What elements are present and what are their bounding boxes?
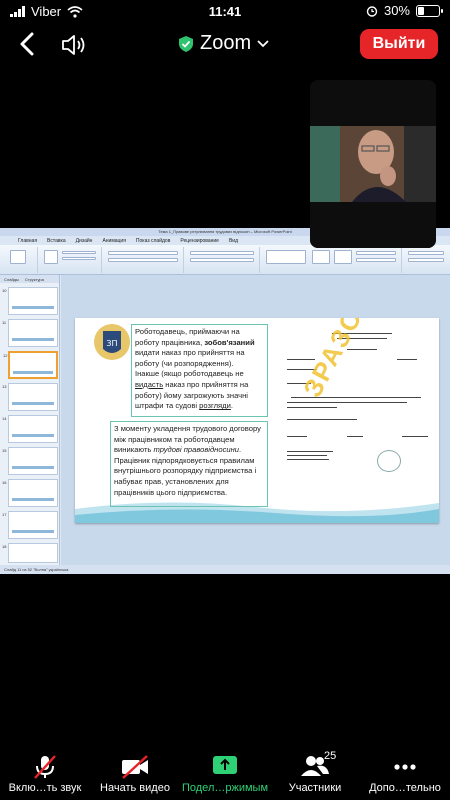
meeting-toolbar: Вклю…ть звук Начать видео Подел…ржимым 2… — [0, 740, 450, 800]
leave-button[interactable]: Выйти — [360, 29, 438, 59]
meeting-title[interactable]: Zoom — [178, 32, 269, 55]
current-slide: ЗП Роботодавець, приймаючи на роботу пра… — [75, 318, 439, 523]
video-off-icon — [122, 755, 148, 779]
text-run-italic: трудові правовідносини — [153, 445, 240, 455]
slide-thumbnail[interactable]: 17 — [2, 511, 58, 539]
shared-screen: Тема 1_Правове регулювання трудових відн… — [0, 228, 450, 574]
slides-pane: Слайды Структура 10 11 12 13 14 15 16 17… — [0, 275, 60, 565]
ribbon-group — [262, 247, 402, 273]
text-run: видати наказ про прийняття на роботу (чи… — [135, 348, 245, 368]
slide-thumbnail[interactable]: 10 — [2, 287, 58, 315]
ppt-tab: Показ слайдов — [135, 237, 171, 244]
share-content-label: Подел…ржимым — [181, 782, 269, 794]
pane-tab-slides[interactable]: Слайды — [4, 277, 19, 282]
participants-count: 25 — [324, 750, 337, 762]
alarm-icon — [366, 5, 378, 17]
battery-icon — [416, 4, 443, 17]
slide-textbox-employer[interactable]: Роботодавець, приймаючи на роботу праців… — [131, 324, 268, 417]
stamp — [377, 450, 401, 472]
battery-percent: 30% — [383, 3, 410, 18]
emblem-logo: ЗП — [94, 324, 130, 360]
slide-thumbnail[interactable]: 13 — [2, 383, 58, 411]
status-right: 30% — [366, 3, 443, 18]
ribbon-group — [186, 247, 260, 273]
more-label: Допо…тельно — [369, 782, 441, 794]
text-run: . — [230, 401, 233, 411]
slide-textbox-relations[interactable]: З моменту укладення трудового договору м… — [110, 421, 268, 507]
ppt-tab: Дизайн — [75, 237, 93, 244]
participant-video-tile[interactable] — [310, 80, 436, 248]
slide-thumbnail-active[interactable]: 12 — [3, 351, 58, 379]
text-run-bold: зобов'язаний — [204, 337, 255, 347]
ribbon-group — [104, 247, 184, 273]
battery-fill — [418, 6, 424, 15]
slide-canvas: ЗП Роботодавець, приймаючи на роботу пра… — [61, 275, 450, 565]
mic-muted-icon — [34, 755, 56, 779]
start-video-button[interactable]: Начать видео — [90, 740, 180, 800]
participants-label: Участники — [288, 782, 342, 794]
slide-thumbnail[interactable]: 18 — [2, 543, 58, 563]
ribbon-group — [2, 247, 38, 273]
ribbon-group — [40, 247, 102, 273]
slide-thumbnail[interactable]: 14 — [2, 415, 58, 443]
speaker-icon[interactable] — [60, 32, 88, 58]
app-title: Zoom — [200, 32, 252, 54]
svg-text:ЗП: ЗП — [106, 339, 117, 348]
ppt-status-bar: Слайд 11 из 52 "Волна" українська — [0, 565, 450, 574]
slides-pane-tabs: Слайды Структура — [0, 275, 59, 283]
ppt-tab: Вставка — [47, 237, 66, 244]
text-run-underlined: видасть — [135, 379, 164, 389]
unmute-button[interactable]: Вклю…ть звук — [0, 740, 90, 800]
share-content-button[interactable]: Подел…ржимым — [180, 740, 270, 800]
shield-check-icon — [179, 35, 193, 52]
text-run-underlined: розгляди — [199, 401, 231, 411]
unmute-label: Вклю…ть звук — [8, 782, 82, 794]
sample-order-document — [277, 321, 437, 496]
slide-thumbnail[interactable]: 11 — [2, 319, 58, 347]
meeting-top-bar: Zoom Выйти — [0, 24, 450, 66]
chevron-down-icon — [257, 39, 269, 47]
participants-button[interactable]: 25 Участники — [270, 740, 360, 800]
text-run: Інакше (якщо роботодавець не — [135, 369, 244, 379]
pane-tab-outline[interactable]: Структура — [25, 277, 44, 282]
slide-thumbnail[interactable]: 16 — [2, 479, 58, 507]
ppt-tab: Главная — [18, 237, 38, 244]
back-icon[interactable] — [14, 30, 42, 58]
ppt-tab: Вид — [228, 237, 239, 244]
ribbon-group — [404, 247, 448, 273]
slide-thumbnail[interactable]: 15 — [2, 447, 58, 475]
start-video-label: Начать видео — [100, 782, 170, 794]
share-screen-icon — [213, 756, 237, 774]
ppt-tab: Анимация — [102, 237, 126, 244]
more-button[interactable]: Допо…тельно — [360, 740, 450, 800]
participant-video — [310, 80, 436, 248]
more-dots-icon — [394, 764, 416, 770]
ppt-ribbon — [0, 245, 450, 275]
status-bar: Viber 11:41 30% — [0, 0, 450, 24]
ppt-tab: Рецензирование — [180, 237, 219, 244]
